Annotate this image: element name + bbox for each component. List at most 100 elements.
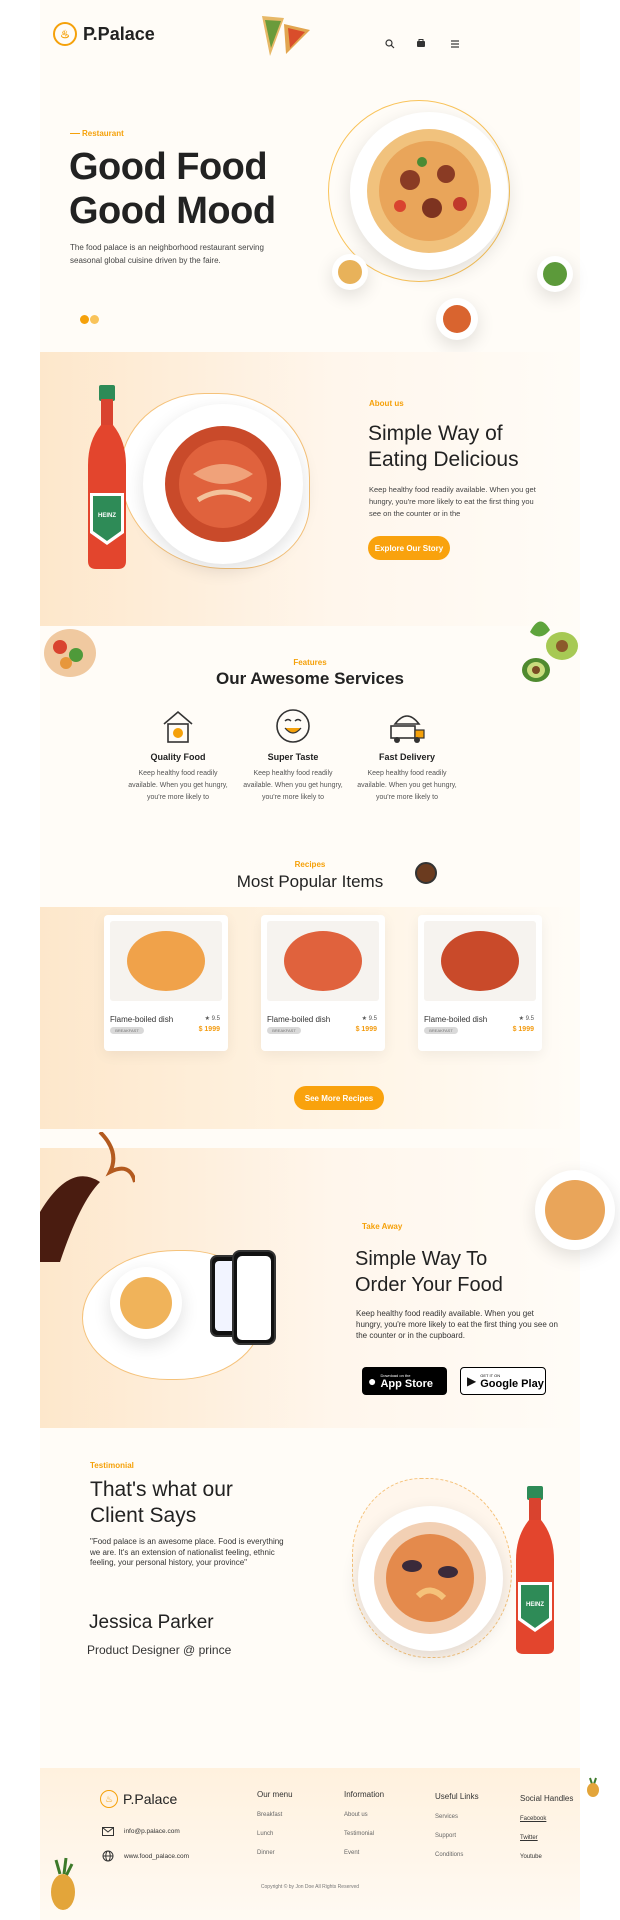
about-kimchi-plate: [143, 404, 303, 564]
footer-link-twitter[interactable]: Twitter: [520, 1835, 573, 1841]
footer-column-title: Useful Links: [435, 1792, 479, 1801]
google-play-label: Google Play: [480, 1377, 544, 1390]
footer-website[interactable]: www.food_palace.com: [102, 1850, 189, 1862]
service-desc: Keep healthy food readily available. Whe…: [128, 770, 228, 801]
footer-link[interactable]: Testimonial: [344, 1831, 384, 1837]
hero-description: The food palace is an neighborhood resta…: [70, 243, 264, 265]
testimonial-name: Jessica Parker: [89, 1612, 214, 1633]
apple-icon: ●: [368, 1373, 377, 1389]
about-description: Keep healthy food readily available. Whe…: [369, 485, 536, 518]
recipe-name: Flame-boiled dish: [267, 1015, 331, 1024]
cart-icon[interactable]: [416, 35, 426, 47]
logo-icon: ♨: [100, 1790, 118, 1808]
search-icon[interactable]: [385, 36, 395, 49]
footer-link-facebook[interactable]: Facebook: [520, 1816, 573, 1822]
footer-logo[interactable]: ♨ P.Palace: [100, 1790, 177, 1808]
app-store-button[interactable]: ● Download on the App Store: [362, 1367, 447, 1395]
footer-link[interactable]: Event: [344, 1850, 384, 1856]
recipe-tag: BREAKFAST: [267, 1027, 301, 1034]
footer-link[interactable]: Breakfast: [257, 1812, 293, 1818]
recipe-tag: BREAKFAST: [424, 1027, 458, 1034]
popular-title: Most Popular Items: [236, 872, 384, 891]
footer-link[interactable]: Conditions: [435, 1852, 479, 1858]
footer-column-title: Our menu: [257, 1790, 293, 1799]
side-dish-small-right: [537, 256, 573, 292]
recipe-price: $ 1999: [198, 1026, 220, 1033]
footer-brand-name: P.Palace: [123, 1791, 178, 1807]
popular-eyebrow: Recipes: [294, 860, 326, 869]
smile-face-icon: [276, 709, 310, 743]
recipe-rating: ★ 9.5: [518, 1016, 534, 1022]
footer-link[interactable]: About us: [344, 1812, 384, 1818]
pineapple-decoration-small: [587, 1777, 599, 1797]
recipe-card[interactable]: Flame-boiled dish BREAKFAST ★ 9.5 $ 1999: [261, 915, 385, 1051]
explore-story-button[interactable]: Explore Our Story: [368, 536, 450, 560]
footer-link-youtube[interactable]: Youtube: [520, 1854, 573, 1860]
footer-email-text: info@p.palace.com: [124, 1828, 180, 1835]
footer-column-useful-links: Useful Links Services Support Conditions: [435, 1792, 479, 1858]
side-dish-small-left: [332, 254, 368, 290]
footer-column-information: Information About us Testimonial Event: [344, 1790, 384, 1856]
hero-title-line1: Good Food: [69, 146, 268, 188]
recipe-image: [110, 921, 222, 1001]
recipe-rating: ★ 9.5: [361, 1016, 377, 1022]
house-food-icon: [163, 710, 193, 743]
testimonial-title-line1: That's what our: [90, 1478, 233, 1501]
recipe-card[interactable]: Flame-boiled dish BREAKFAST ★ 9.5 $ 1999: [418, 915, 542, 1051]
testimonial-title-line2: Client Says: [90, 1504, 197, 1527]
service-title: Fast Delivery: [378, 752, 436, 762]
footer-link[interactable]: Lunch: [257, 1831, 293, 1837]
recipe-name: Flame-boiled dish: [424, 1015, 488, 1024]
takeaway-title-line1: Simple Way To: [355, 1248, 488, 1270]
google-play-button[interactable]: ▶ GET IT ON Google Play: [460, 1367, 546, 1395]
recipe-tag: BREAKFAST: [110, 1027, 144, 1034]
service-desc: Keep healthy food readily available. Whe…: [243, 770, 343, 801]
about-eyebrow: About us: [369, 399, 404, 408]
pasta-plate-decoration: [535, 1170, 615, 1250]
see-more-recipes-button[interactable]: See More Recipes: [294, 1086, 384, 1110]
service-super-taste: Super Taste Keep healthy food readily av…: [238, 706, 348, 804]
phone-mockup-front: [232, 1250, 276, 1345]
hero-title-line2: Good Mood: [69, 190, 276, 232]
pasta-image: [367, 129, 491, 253]
recipe-card[interactable]: Flame-boiled dish BREAKFAST ★ 9.5 $ 1999: [104, 915, 228, 1051]
seafood-bowl: [358, 1506, 503, 1651]
app-store-label: App Store: [380, 1377, 434, 1390]
footer-website-text: www.food_palace.com: [124, 1852, 190, 1860]
footer-link[interactable]: Support: [435, 1833, 479, 1839]
ketchup-bottle: HEINZ: [88, 385, 126, 569]
breakfast-bowl: [110, 1267, 182, 1339]
svg-text:HEINZ: HEINZ: [98, 513, 116, 519]
footer-link[interactable]: Dinner: [257, 1850, 293, 1856]
services-title: Our Awesome Services: [215, 669, 405, 688]
cola-splash-decoration: [40, 1132, 135, 1262]
recipe-name: Flame-boiled dish: [110, 1015, 174, 1024]
logo[interactable]: ♨ P.Palace: [53, 22, 155, 46]
recipe-rating: ★ 9.5: [204, 1016, 220, 1022]
service-title: Quality Food: [150, 752, 206, 762]
testimonial-eyebrow: Testimonial: [90, 1461, 134, 1470]
mail-icon: [102, 1827, 114, 1836]
recipe-price: $ 1999: [512, 1026, 534, 1033]
footer-email[interactable]: info@p.palace.com: [102, 1827, 180, 1836]
recipe-image: [424, 921, 536, 1001]
page: ♨ P.Palace Restaurant Good Food Good Moo…: [40, 0, 615, 1920]
takeaway-title-line2: Order Your Food: [355, 1274, 503, 1296]
service-desc: Keep healthy food readily available. Whe…: [357, 770, 457, 801]
svg-text:HEINZ: HEINZ: [526, 1602, 544, 1608]
hero-eyebrow-text: Restaurant: [82, 129, 124, 138]
service-fast-delivery: Fast Delivery Keep healthy food readily …: [352, 706, 462, 804]
pineapple-decoration: [51, 1857, 75, 1910]
footer-column-title: Social Handles: [520, 1794, 574, 1803]
footer-column-title: Information: [344, 1790, 385, 1799]
delivery-truck-icon: [390, 715, 425, 743]
slider-dot[interactable]: [90, 315, 99, 324]
slider-dot-active[interactable]: [80, 315, 89, 324]
menu-icon[interactable]: [450, 36, 460, 48]
slider-dots[interactable]: [80, 315, 99, 324]
footer-link[interactable]: Services: [435, 1814, 479, 1820]
service-title: Super Taste: [267, 752, 319, 762]
testimonial-role: Product Designer @ prince: [87, 1643, 232, 1657]
recipe-price: $ 1999: [355, 1026, 377, 1033]
services-eyebrow: Features: [293, 658, 327, 667]
